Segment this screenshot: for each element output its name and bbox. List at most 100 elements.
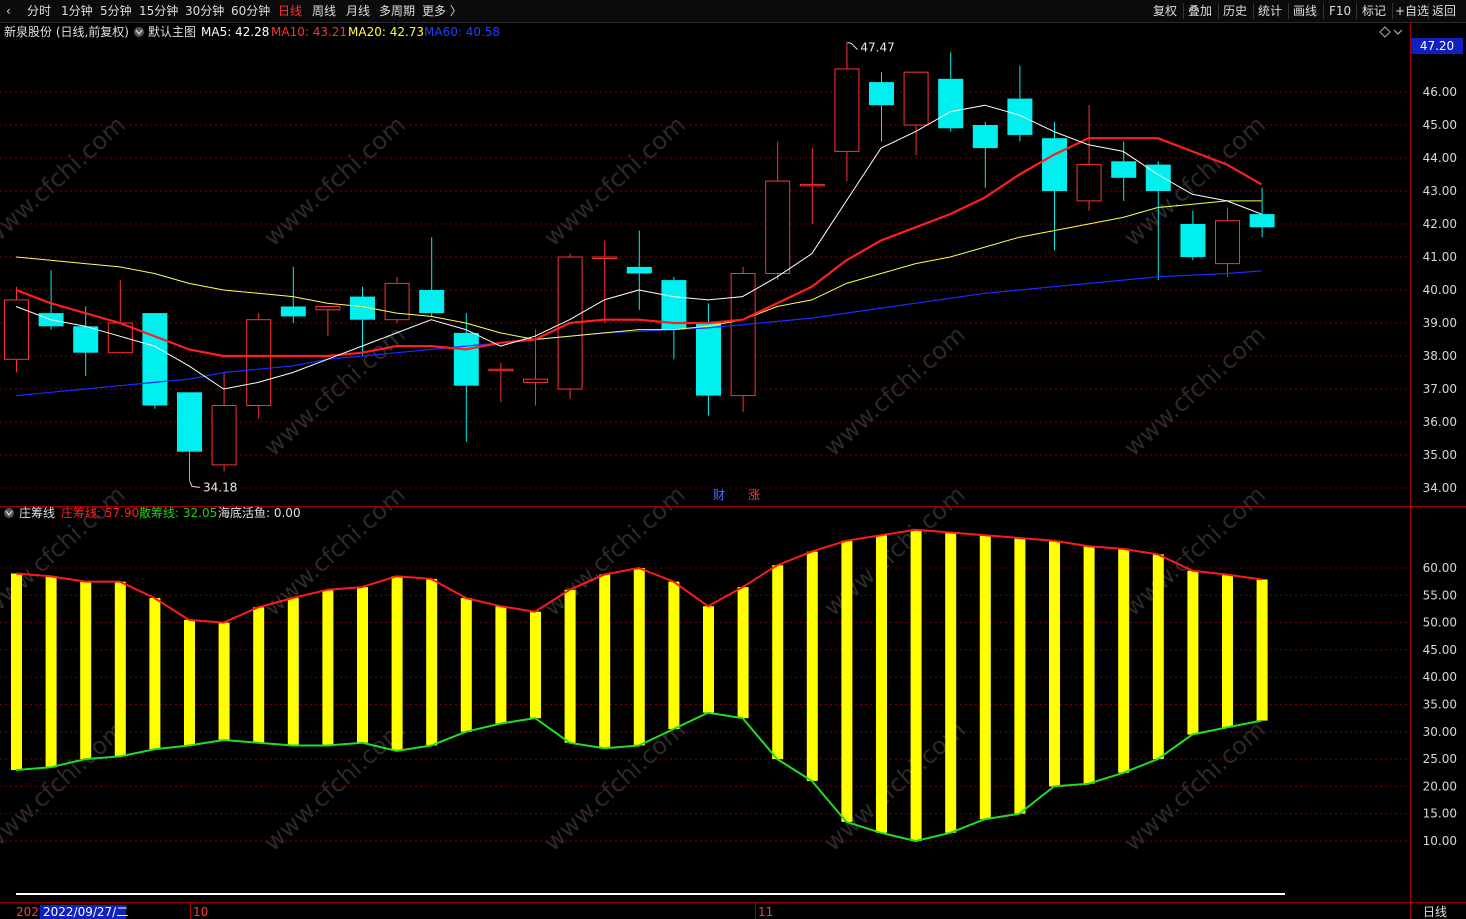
indicator-bar bbox=[45, 576, 57, 768]
period-tab-daily[interactable]: 日线 bbox=[278, 4, 302, 18]
period-tab-15min[interactable]: 15分钟 bbox=[139, 4, 178, 18]
indicator-tick-label: 10.00 bbox=[1423, 834, 1457, 848]
candle bbox=[661, 276, 687, 360]
price-tick-label: 45.00 bbox=[1423, 118, 1457, 132]
indicator-bar bbox=[322, 589, 334, 746]
stats-button[interactable]: 统计 bbox=[1258, 4, 1282, 18]
indicator-bar bbox=[357, 587, 368, 743]
indicator-tick-label: 35.00 bbox=[1423, 698, 1457, 712]
price-tick-label: 46.00 bbox=[1423, 85, 1457, 99]
period-tab-1min[interactable]: 1分钟 bbox=[61, 4, 93, 18]
period-tab-60min[interactable]: 60分钟 bbox=[231, 4, 270, 18]
add-watchlist-button[interactable]: +自选 bbox=[1395, 4, 1429, 18]
toolbar: ‹ 分时 1分钟 5分钟 15分钟 30分钟 60分钟 日线 周线 月线 多周期… bbox=[0, 0, 1466, 23]
period-tab-weekly[interactable]: 周线 bbox=[312, 4, 336, 18]
price-tick-label: 35.00 bbox=[1423, 448, 1457, 462]
low-price-label: 34.18 bbox=[203, 480, 237, 494]
watermark-text: www.cfchi.com bbox=[538, 480, 690, 621]
candle bbox=[696, 303, 721, 416]
period-tab-5min[interactable]: 5分钟 bbox=[100, 4, 132, 18]
price-tick-label: 39.00 bbox=[1423, 316, 1457, 330]
f10-button[interactable]: F10 bbox=[1329, 4, 1351, 18]
indicator-bar bbox=[426, 578, 438, 746]
candle bbox=[730, 266, 756, 413]
kline-chart[interactable]: www.cfchi.com www.cfchi.com www.cfchi.com w… bbox=[0, 22, 1466, 919]
candle bbox=[419, 237, 445, 317]
candle-body bbox=[211, 405, 237, 466]
period-tab-monthly[interactable]: 月线 bbox=[346, 4, 370, 18]
draw-line-button[interactable]: 画线 bbox=[1293, 4, 1317, 18]
period-tab-30min[interactable]: 30分钟 bbox=[185, 4, 224, 18]
indicator-bar bbox=[460, 598, 472, 732]
price-tick-label: 41.00 bbox=[1423, 250, 1457, 264]
period-tab-minute[interactable]: 分时 bbox=[27, 4, 51, 18]
candle bbox=[938, 52, 964, 132]
candle bbox=[488, 362, 514, 403]
candle-body bbox=[592, 256, 618, 259]
indicator-bar bbox=[703, 606, 714, 713]
stock-title: 新泉股份 (日线,前复权) bbox=[4, 24, 129, 39]
indicator-tick-label: 25.00 bbox=[1423, 752, 1457, 766]
candle bbox=[903, 71, 929, 155]
indicator-bar bbox=[945, 532, 957, 833]
candles-layer[interactable] bbox=[4, 42, 1275, 482]
mark-button[interactable]: 标记 bbox=[1362, 4, 1386, 18]
indicator-name: 庄筹线 bbox=[19, 505, 55, 520]
month-label-oct: 10 bbox=[193, 905, 208, 919]
template-dropdown-icon bbox=[134, 27, 144, 37]
diamond-icon bbox=[1379, 26, 1391, 38]
period-tab-more[interactable]: 更多 〉 bbox=[422, 4, 462, 18]
overlay-button[interactable]: 叠加 bbox=[1188, 4, 1212, 18]
watermark-text: www.cfchi.com bbox=[258, 110, 410, 251]
candle bbox=[1215, 207, 1240, 277]
indicator-bar bbox=[149, 598, 161, 750]
candle-body bbox=[177, 392, 202, 452]
candle bbox=[73, 306, 99, 376]
adjust-button[interactable]: 复权 bbox=[1153, 4, 1177, 18]
indicator-bar bbox=[530, 611, 541, 719]
candle bbox=[592, 240, 618, 323]
indicator-tick-label: 20.00 bbox=[1423, 779, 1457, 793]
indicator-bar bbox=[1222, 574, 1233, 728]
candle bbox=[177, 392, 202, 482]
indicator-bar bbox=[184, 619, 195, 746]
candle-body bbox=[280, 306, 306, 317]
candle-body bbox=[315, 306, 341, 311]
indicator-bar bbox=[1049, 540, 1060, 787]
candle-body bbox=[246, 319, 272, 407]
price-tick-label: 43.00 bbox=[1423, 184, 1457, 198]
indicator-bar bbox=[1083, 546, 1095, 784]
candle-body bbox=[938, 78, 964, 129]
candle bbox=[1007, 65, 1033, 142]
date-cursor-label: 2022/09/27/二 bbox=[43, 905, 128, 919]
return-button[interactable]: 返回 bbox=[1432, 4, 1456, 18]
price-tick-label: 38.00 bbox=[1423, 349, 1457, 363]
finance-marker: 财 bbox=[713, 488, 725, 502]
price-tick-label: 36.00 bbox=[1423, 415, 1457, 429]
price-tick-label: 34.00 bbox=[1423, 481, 1457, 495]
candle-body bbox=[142, 313, 168, 406]
bottom-axis: 20222022/09/27/二 10 11 日线 bbox=[16, 903, 1447, 919]
ma-legend-3: MA60: 40.58 bbox=[424, 25, 500, 39]
period-tab-multi[interactable]: 多周期 bbox=[379, 4, 415, 18]
candle bbox=[765, 141, 791, 281]
indicator-bar bbox=[668, 581, 680, 730]
candle-body bbox=[834, 68, 860, 152]
high-price-label: 47.47 bbox=[860, 41, 894, 55]
indicator-tick-label: 45.00 bbox=[1423, 643, 1457, 657]
back-icon[interactable]: ‹ bbox=[6, 4, 11, 18]
watermark-text: www.cfchi.com bbox=[1118, 320, 1270, 461]
candle bbox=[626, 230, 652, 310]
indicator-dropdown-icon bbox=[4, 508, 14, 518]
candle-body bbox=[799, 183, 825, 187]
template-name: 默认主图 bbox=[148, 24, 196, 39]
history-button[interactable]: 历史 bbox=[1223, 4, 1247, 18]
indicator-bar bbox=[1187, 570, 1199, 735]
indicator-bar bbox=[806, 551, 818, 781]
candle bbox=[107, 280, 133, 354]
volume-bars-layer[interactable] bbox=[11, 529, 1268, 841]
indicator-tick-label: 55.00 bbox=[1423, 588, 1457, 602]
price-tick-label: 44.00 bbox=[1423, 151, 1457, 165]
indicator-tick-label: 60.00 bbox=[1423, 561, 1457, 575]
candle-body bbox=[1007, 98, 1033, 135]
